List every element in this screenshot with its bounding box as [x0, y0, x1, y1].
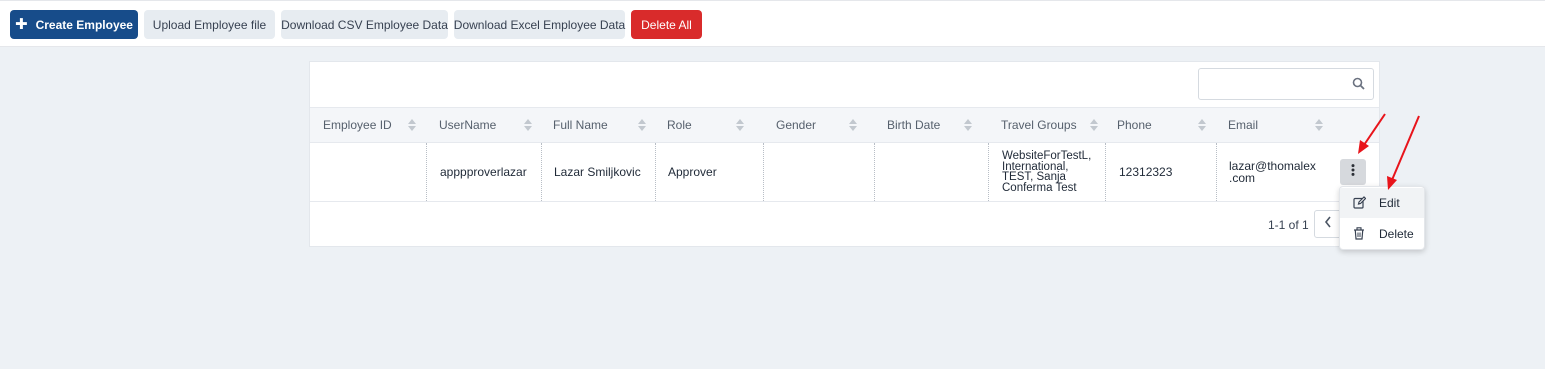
- sort-icon[interactable]: [735, 119, 745, 134]
- cell-email: lazar@thomalex .com: [1216, 143, 1329, 201]
- toolbar: ✚ Create Employee Upload Employee file D…: [0, 0, 1545, 47]
- travel-group-line: Conferma Test: [1002, 181, 1077, 194]
- column-header-birth-date[interactable]: Birth Date: [887, 108, 979, 142]
- column-header-full-name[interactable]: Full Name: [553, 108, 653, 142]
- pagination-range: 1-1 of 1: [1268, 218, 1309, 232]
- annotation-arrow-to-edit: [1387, 115, 1420, 190]
- table-header: Employee ID UserName Full Name Role Gend…: [310, 107, 1379, 143]
- search-icon[interactable]: [1352, 77, 1365, 95]
- search-input[interactable]: [1205, 69, 1349, 99]
- previous-page-button[interactable]: [1314, 210, 1342, 238]
- create-employee-label: Create Employee: [35, 17, 133, 32]
- row-actions-menu: Edit Delete: [1339, 186, 1425, 250]
- menu-item-delete[interactable]: Delete: [1340, 219, 1424, 249]
- cell-role: Approver: [655, 143, 763, 201]
- menu-item-label: Delete: [1379, 227, 1414, 241]
- travel-group-line: WebsiteForTestL,: [1002, 150, 1092, 162]
- cell-employee-id: [310, 143, 426, 201]
- row-actions-button[interactable]: [1340, 159, 1366, 185]
- download-csv-button[interactable]: Download CSV Employee Data: [281, 10, 448, 39]
- employee-table-card: Employee ID UserName Full Name Role Gend…: [309, 61, 1380, 247]
- column-header-label: Role: [667, 118, 692, 132]
- column-header-phone[interactable]: Phone: [1117, 108, 1213, 142]
- cell-phone: 12312323: [1105, 143, 1216, 201]
- edit-icon: [1353, 196, 1367, 212]
- column-header-email[interactable]: Email: [1228, 108, 1330, 142]
- cell-gender: [763, 143, 874, 201]
- sort-icon[interactable]: [1089, 119, 1099, 134]
- column-header-role[interactable]: Role: [667, 108, 751, 142]
- cell-text: Approver: [668, 165, 717, 179]
- sort-icon[interactable]: [407, 119, 417, 134]
- column-header-label: Birth Date: [887, 118, 941, 132]
- email-text: lazar@thomalex .com: [1229, 160, 1316, 184]
- menu-item-edit[interactable]: Edit: [1340, 188, 1424, 218]
- upload-employee-file-button[interactable]: Upload Employee file: [144, 10, 275, 39]
- cell-text: Lazar Smiljkovic: [554, 165, 641, 179]
- download-excel-label: Download Excel Employee Data: [453, 17, 626, 32]
- trash-icon: [1353, 227, 1365, 243]
- column-header-label: Phone: [1117, 118, 1152, 132]
- more-vertical-icon: [1351, 163, 1355, 181]
- search-box: [1198, 68, 1374, 100]
- column-header-label: Full Name: [553, 118, 608, 132]
- sort-icon[interactable]: [1314, 119, 1324, 134]
- column-header-label: Employee ID: [323, 118, 392, 132]
- download-excel-button[interactable]: Download Excel Employee Data: [454, 10, 625, 39]
- column-header-travel-groups[interactable]: Travel Groups: [1001, 108, 1105, 142]
- travel-group-line: TEST, Sanja: [1002, 171, 1066, 183]
- download-csv-label: Download CSV Employee Data: [281, 17, 448, 32]
- sort-icon[interactable]: [848, 119, 858, 134]
- travel-groups-text: WebsiteForTestL, International, TEST, Sa…: [1002, 151, 1091, 193]
- email-line: .com: [1229, 171, 1256, 185]
- plus-icon: ✚: [15, 16, 28, 33]
- delete-all-button[interactable]: Delete All: [631, 10, 702, 39]
- cell-birth-date: [874, 143, 988, 201]
- cell-full-name: Lazar Smiljkovic: [541, 143, 655, 201]
- cell-username: apppproverlazar: [426, 143, 541, 201]
- column-header-label: Gender: [776, 118, 817, 132]
- column-header-label: Email: [1228, 118, 1259, 132]
- sort-icon[interactable]: [637, 119, 647, 134]
- column-header-label: UserName: [439, 118, 497, 132]
- column-header-employee-id[interactable]: Employee ID: [323, 108, 423, 142]
- sort-icon[interactable]: [1197, 119, 1207, 134]
- upload-employee-file-label: Upload Employee file: [152, 17, 267, 32]
- sort-icon[interactable]: [523, 119, 533, 134]
- column-header-label: Travel Groups: [1001, 118, 1077, 132]
- menu-item-label: Edit: [1379, 196, 1400, 210]
- sort-icon[interactable]: [963, 119, 973, 134]
- chevron-left-icon: [1324, 215, 1332, 233]
- column-header-gender[interactable]: Gender: [776, 108, 864, 142]
- cell-text: apppproverlazar: [440, 165, 527, 179]
- create-employee-button[interactable]: ✚ Create Employee: [10, 10, 138, 39]
- cell-travel-groups: WebsiteForTestL, International, TEST, Sa…: [988, 143, 1105, 201]
- table-row: apppproverlazar Lazar Smiljkovic Approve…: [310, 143, 1379, 202]
- delete-all-label: Delete All: [641, 17, 692, 32]
- cell-text: 12312323: [1119, 165, 1173, 179]
- column-header-username[interactable]: UserName: [439, 108, 539, 142]
